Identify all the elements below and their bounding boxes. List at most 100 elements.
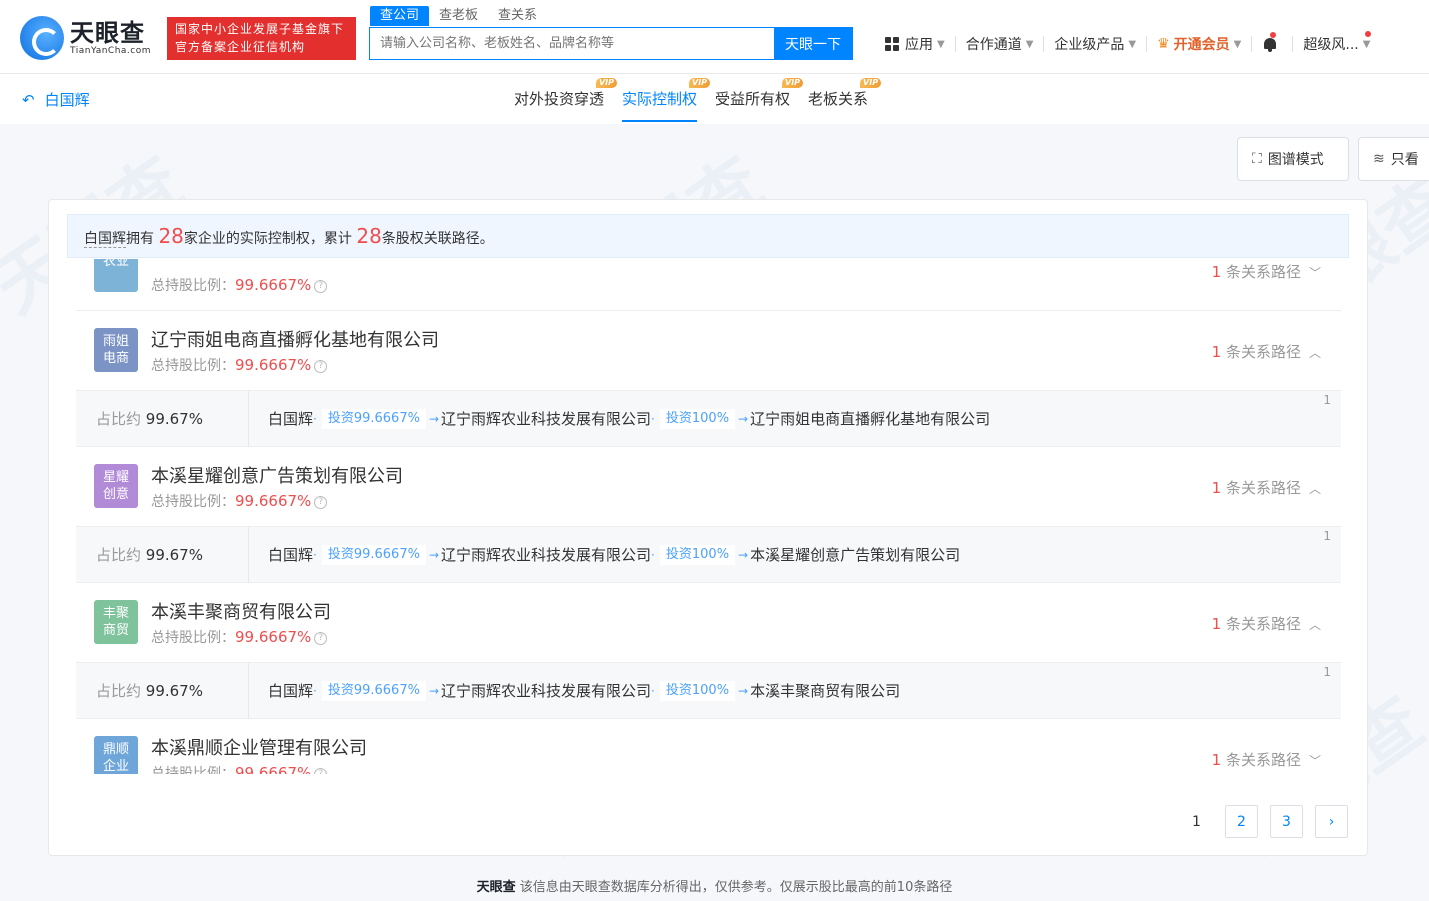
page-1[interactable]: 1: [1180, 805, 1213, 838]
relation-paths-toggle[interactable]: 1 条关系路径 ︿: [1212, 613, 1321, 634]
tab-label: 老板关系: [808, 90, 869, 108]
search-button[interactable]: 天眼一下: [774, 28, 852, 59]
arrow-right-icon: →: [428, 684, 440, 698]
search-input[interactable]: [370, 28, 774, 59]
crown-icon: ♛: [1157, 36, 1170, 52]
ratio-label: 总持股比例：: [151, 494, 235, 510]
company-logo-tag: 丰聚 商贸: [94, 600, 138, 644]
footer-note: 天眼查 该信息由天眼查数据库分析得出，仅供参考。仅展示股比最高的前10条路径: [0, 876, 1429, 895]
path-index: 1: [1323, 665, 1331, 679]
paths-label: 条关系路径: [1221, 343, 1301, 361]
search-tab-boss[interactable]: 查老板: [429, 6, 488, 26]
search-tab-relation[interactable]: 查关系: [488, 6, 547, 26]
company-name[interactable]: 本溪鼎顺企业管理有限公司: [151, 734, 367, 760]
chain-intermediate-company[interactable]: 辽宁雨辉农业科技发展有限公司: [441, 663, 651, 719]
arrow-right-icon: →: [738, 684, 749, 698]
caret-down-icon: ▼: [937, 38, 945, 50]
search-tab-company[interactable]: 查公司: [370, 6, 430, 26]
company-row[interactable]: 农业 总持股比例：99.6667%? 1 条关系路径 ﹀: [76, 259, 1341, 311]
company-row[interactable]: 鼎顺 企业 本溪鼎顺企业管理有限公司 总持股比例：99.6667%? 1 条关系路径 ﹀: [76, 719, 1341, 774]
page-2[interactable]: 2: [1225, 805, 1258, 838]
next-page-button[interactable]: ›: [1315, 805, 1348, 838]
tab-investment-penetration[interactable]: 对外投资穿透 VIP: [505, 74, 618, 124]
chain-target-company[interactable]: 本溪星耀创意广告策划有限公司: [750, 527, 960, 583]
only-view-button[interactable]: ≋ 只看: [1358, 137, 1429, 181]
equity-chain: 白国辉 · 投资99.6667% → 辽宁雨辉农业科技发展有限公司 · 投资100% → 辽宁雨…: [268, 391, 990, 447]
paths-count: 1: [1211, 343, 1222, 361]
caret-down-icon: ▼: [1128, 38, 1137, 50]
approx-label: 占比约: [96, 546, 146, 564]
paths-label: 条关系路径: [1221, 751, 1301, 769]
connector-dot-icon: ·: [651, 412, 655, 426]
page-3[interactable]: 3: [1270, 805, 1303, 838]
relation-paths-toggle[interactable]: 1 条关系路径 ﹀: [1212, 261, 1321, 282]
chain-person[interactable]: 白国辉: [268, 663, 313, 719]
nav-vip-label: 开通会员: [1173, 37, 1230, 53]
help-icon[interactable]: ?: [314, 495, 328, 509]
footer-text: 该信息由天眼查数据库分析得出，仅供参考。仅展示股比最高的前10条路径: [519, 880, 953, 895]
ratio-value: 99.6667%: [235, 492, 312, 510]
approx-label: 占比约: [96, 410, 146, 428]
chain-intermediate-company[interactable]: 辽宁雨辉农业科技发展有限公司: [441, 527, 651, 583]
connector-dot-icon: ·: [313, 548, 317, 562]
chevron-up-icon: ︿: [1308, 482, 1321, 496]
relation-paths-toggle[interactable]: 1 条关系路径 ﹀: [1212, 749, 1321, 770]
nav-vip[interactable]: ♛ 开通会员 ▼: [1147, 36, 1253, 53]
investment-ratio-badge: 投资100%: [659, 681, 736, 701]
relation-paths-toggle[interactable]: 1 条关系路径 ︿: [1212, 477, 1321, 498]
nav-notifications[interactable]: [1252, 32, 1294, 52]
tab-boss-relation[interactable]: 老板关系 VIP: [799, 74, 882, 124]
sub-navigation: ↶ 白国辉 对外投资穿透 VIP 实际控制权 VIP 受益所有权 VIP 老板关…: [0, 74, 1429, 124]
only-view-label: 只看: [1390, 152, 1419, 168]
chevron-down-icon: ﹀: [1308, 266, 1321, 280]
arrow-right-icon: →: [428, 548, 440, 562]
summary-path-count: 28: [356, 224, 382, 248]
ratio-label: 总持股比例：: [151, 630, 235, 646]
path-approx-ratio: 占比约 99.67%: [76, 527, 249, 583]
chain-person[interactable]: 白国辉: [268, 527, 313, 583]
ratio-label: 总持股比例：: [151, 358, 235, 374]
nav-enterprise[interactable]: 企业级产品 ▼: [1044, 36, 1148, 53]
investment-ratio-badge: 投资99.6667%: [321, 681, 426, 701]
help-icon[interactable]: ?: [314, 631, 328, 645]
paths-label: 条关系路径: [1221, 263, 1301, 281]
equity-chain: 白国辉 · 投资99.6667% → 辽宁雨辉农业科技发展有限公司 · 投资100% → 本溪星…: [268, 527, 960, 583]
tab-actual-control[interactable]: 实际控制权 VIP: [613, 74, 711, 124]
help-icon[interactable]: ?: [314, 279, 328, 293]
company-row[interactable]: 雨姐 电商 辽宁雨姐电商直播孵化基地有限公司 总持股比例：99.6667%? 1 条关系…: [76, 311, 1341, 391]
investment-ratio-badge: 投资100%: [659, 545, 736, 565]
summary-person[interactable]: 白国辉: [84, 231, 126, 248]
search-tabs: 查公司 查老板 查关系: [370, 6, 547, 26]
nav-channels[interactable]: 合作通道 ▼: [956, 36, 1045, 53]
chevron-up-icon: ︿: [1308, 618, 1321, 632]
company-row[interactable]: 丰聚 商贸 本溪丰聚商贸有限公司 总持股比例：99.6667%? 1 条关系路径 ︿: [76, 583, 1341, 663]
graph-mode-button[interactable]: ⛶ 图谱模式: [1237, 137, 1349, 181]
company-row[interactable]: 星耀 创意 本溪星耀创意广告策划有限公司 总持股比例：99.6667%? 1 条关系路径…: [76, 447, 1341, 527]
paths-label: 条关系路径: [1221, 479, 1301, 497]
path-approx-ratio: 占比约 99.67%: [76, 663, 249, 719]
nav-user[interactable]: 超级风... ▼: [1293, 31, 1380, 53]
chain-intermediate-company[interactable]: 辽宁雨辉农业科技发展有限公司: [441, 391, 651, 447]
help-icon[interactable]: ?: [314, 359, 328, 373]
back-label: 白国辉: [44, 91, 90, 109]
sub-tabs: 对外投资穿透 VIP 实际控制权 VIP 受益所有权 VIP 老板关系 VIP: [505, 74, 882, 124]
help-icon[interactable]: ?: [314, 767, 328, 774]
chain-target-company[interactable]: 辽宁雨姐电商直播孵化基地有限公司: [750, 391, 990, 447]
relation-paths-toggle[interactable]: 1 条关系路径 ︿: [1212, 341, 1321, 362]
back-link[interactable]: ↶ 白国辉: [22, 89, 90, 110]
chain-person[interactable]: 白国辉: [268, 391, 313, 447]
company-name[interactable]: 辽宁雨姐电商直播孵化基地有限公司: [151, 326, 439, 352]
layers-icon: ≋: [1373, 151, 1385, 167]
tab-beneficial-ownership[interactable]: 受益所有权 VIP: [706, 74, 804, 124]
company-name[interactable]: 本溪丰聚商贸有限公司: [151, 598, 331, 624]
chevron-up-icon: ︿: [1308, 346, 1321, 360]
company-name[interactable]: 本溪星耀创意广告策划有限公司: [151, 462, 403, 488]
gov-badge: 国家中小企业发展子基金旗下 官方备案企业征信机构: [167, 17, 356, 60]
path-approx-ratio: 占比约 99.67%: [76, 391, 249, 447]
investment-ratio-badge: 投资99.6667%: [321, 545, 426, 565]
investment-ratio-badge: 投资99.6667%: [321, 409, 426, 429]
investment-ratio-badge: 投资100%: [659, 409, 736, 429]
chain-target-company[interactable]: 本溪丰聚商贸有限公司: [750, 663, 900, 719]
logo[interactable]: 天眼查 TianYanCha.com: [20, 16, 160, 60]
nav-apps[interactable]: 应用 ▼: [875, 36, 956, 53]
